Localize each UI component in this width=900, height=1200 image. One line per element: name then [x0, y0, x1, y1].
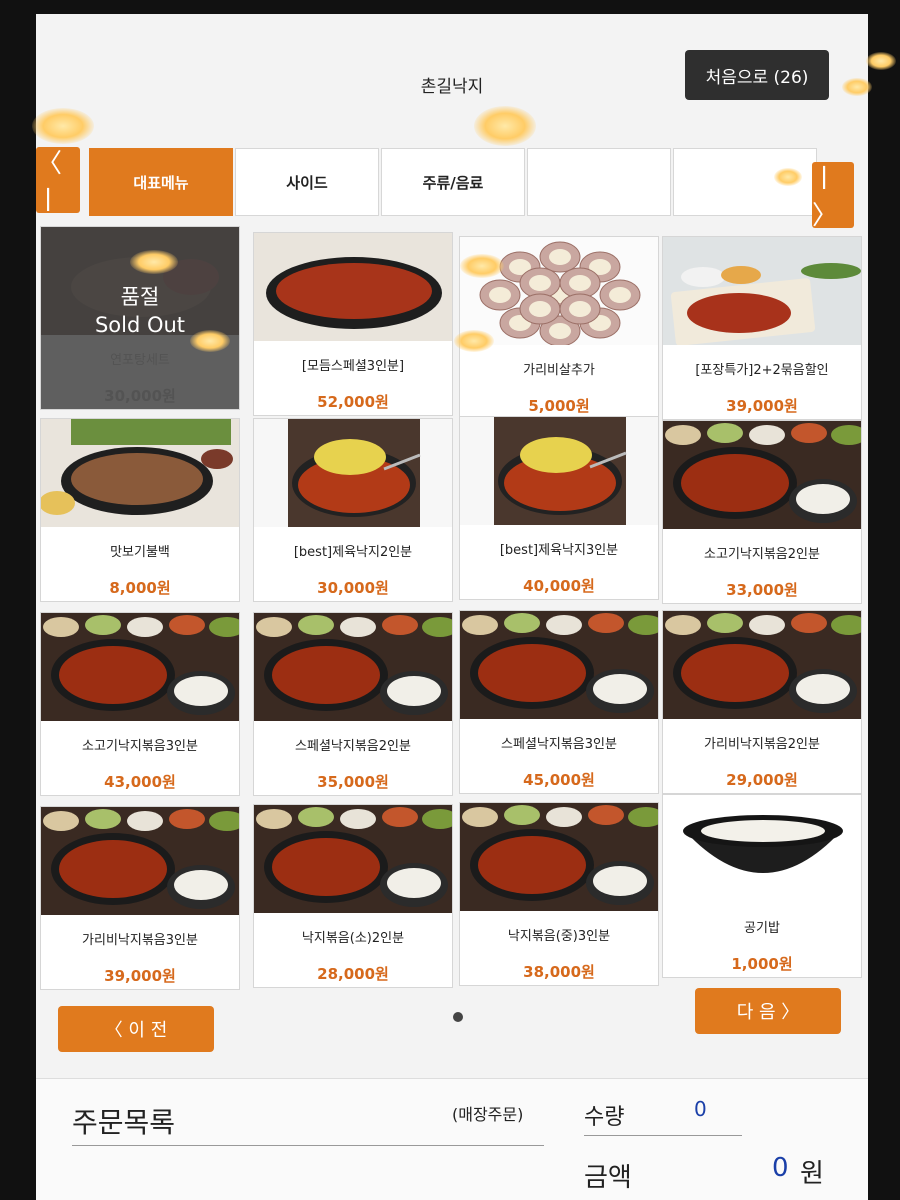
- menu-item-price: 30,000원: [317, 579, 389, 597]
- menu-item-image: [460, 803, 658, 911]
- menu-item-card[interactable]: [best]제육낙지2인분 30,000원: [253, 418, 453, 602]
- menu-item-card[interactable]: [모듬스페셜3인분] 52,000원: [253, 232, 453, 416]
- menu-item-name: 소고기낙지볶음2인분: [704, 547, 820, 562]
- menu-item-price: 1,000원: [731, 955, 793, 973]
- prev-page-button[interactable]: 〈 이 전: [58, 1006, 214, 1052]
- order-type-label: (매장주문): [452, 1105, 524, 1124]
- order-panel: 주문목록 (매장주문) 수량 0 금액 0 원: [36, 1078, 868, 1200]
- quantity-label: 수량: [584, 1105, 625, 1130]
- menu-item-name: [best]제육낙지3인분: [499, 543, 619, 558]
- menu-item-image: [41, 807, 239, 915]
- menu-item-card[interactable]: 소고기낙지볶음2인분 33,000원: [662, 420, 862, 604]
- glare-reflection: [454, 330, 494, 352]
- glare-reflection: [32, 108, 94, 144]
- menu-item-card[interactable]: 가리비낙지볶음2인분 29,000원: [662, 610, 862, 794]
- menu-item-price: 52,000원: [317, 393, 389, 411]
- menu-item-image: [460, 237, 658, 345]
- menu-item-image: [254, 805, 452, 913]
- menu-item-card[interactable]: 낙지볶음(소)2인분 28,000원: [253, 804, 453, 988]
- menu-item-card[interactable]: 가리비낙지볶음3인분 39,000원: [40, 806, 240, 990]
- sold-out-label-ko: 품절: [120, 285, 160, 309]
- menu-item-image: [41, 419, 239, 527]
- menu-item-name: 가리비낙지볶음2인분: [704, 737, 820, 752]
- menu-item-name: 맛보기불백: [110, 545, 170, 560]
- menu-item-image: [460, 611, 658, 719]
- menu-item-image: [663, 795, 861, 903]
- menu-item-image: [41, 613, 239, 721]
- menu-item-name: 스페셜낙지볶음3인분: [501, 737, 617, 752]
- tab-side[interactable]: 사이드: [235, 148, 379, 216]
- menu-item-card[interactable]: 맛보기불백 8,000원: [40, 418, 240, 602]
- menu-item-price: 28,000원: [317, 965, 389, 983]
- menu-item-price: 35,000원: [317, 773, 389, 791]
- menu-item-name: 가리비살추가: [523, 363, 595, 378]
- amount-unit: 원: [800, 1159, 824, 1189]
- tab-prev-button[interactable]: 〈 ㅣ: [36, 147, 80, 216]
- menu-item-name: 가리비낙지볶음3인분: [82, 933, 198, 948]
- menu-item-name: 낙지볶음(소)2인분: [301, 931, 405, 946]
- kiosk-screen: 촌길낙지 처음으로 (26) 〈 ㅣ 대표메뉴 사이드 주류/음료 ㅣ 〉 연포…: [36, 14, 868, 1200]
- tab-empty-1[interactable]: [527, 148, 671, 216]
- menu-item-name: 스페셜낙지볶음2인분: [295, 739, 411, 754]
- menu-item-card[interactable]: 공기밥 1,000원: [662, 794, 862, 978]
- glare-reflection: [866, 52, 896, 70]
- divider: [584, 1135, 742, 1136]
- glare-reflection: [774, 168, 802, 186]
- menu-item-name: 공기밥: [744, 921, 780, 936]
- tab-next-button[interactable]: ㅣ 〉: [812, 162, 854, 231]
- glare-reflection: [130, 250, 178, 274]
- glare-reflection: [190, 330, 230, 352]
- menu-item-image: [254, 419, 452, 527]
- menu-item-card[interactable]: 스페셜낙지볶음2인분 35,000원: [253, 612, 453, 796]
- amount-label: 금액: [584, 1163, 632, 1193]
- menu-item-image: [663, 237, 861, 345]
- glare-reflection: [460, 254, 504, 278]
- next-page-button[interactable]: 다 음 〉: [695, 988, 841, 1034]
- home-button[interactable]: 처음으로 (26): [685, 50, 829, 100]
- menu-item-price: 8,000원: [109, 579, 171, 597]
- menu-item-price: 39,000원: [104, 967, 176, 985]
- menu-item-card[interactable]: 스페셜낙지볶음3인분 45,000원: [459, 610, 659, 794]
- menu-item-card[interactable]: 낙지볶음(중)3인분 38,000원: [459, 802, 659, 986]
- menu-item-image: [254, 613, 452, 721]
- menu-item-name: 소고기낙지볶음3인분: [82, 739, 198, 754]
- glare-reflection: [842, 78, 872, 96]
- menu-item-price: 5,000원: [528, 397, 590, 415]
- menu-item-name: 낙지볶음(중)3인분: [507, 929, 611, 944]
- menu-item-price: 29,000원: [726, 771, 798, 789]
- menu-item-price: 45,000원: [523, 771, 595, 789]
- menu-item-price: 39,000원: [726, 397, 798, 415]
- menu-item-image: [663, 611, 861, 719]
- divider: [72, 1145, 544, 1146]
- category-tabs: 대표메뉴 사이드 주류/음료: [89, 148, 819, 216]
- amount-value: 0: [772, 1153, 789, 1183]
- menu-item-name: [모듬스페셜3인분]: [301, 359, 405, 374]
- menu-item-card[interactable]: [포장특가]2+2묶음할인 39,000원: [662, 236, 862, 420]
- menu-item-price: 43,000원: [104, 773, 176, 791]
- menu-item-name: [포장특가]2+2묶음할인: [695, 363, 829, 378]
- menu-item-card[interactable]: 소고기낙지볶음3인분 43,000원: [40, 612, 240, 796]
- tab-signature-menu[interactable]: 대표메뉴: [89, 148, 233, 216]
- quantity-value: 0: [694, 1097, 707, 1121]
- order-list-title: 주문목록: [72, 1106, 176, 1139]
- menu-item-image: [460, 417, 658, 525]
- menu-item-name: [best]제육낙지2인분: [293, 545, 413, 560]
- menu-item-card[interactable]: [best]제육낙지3인분 40,000원: [459, 416, 659, 600]
- menu-item-price: 40,000원: [523, 577, 595, 595]
- glare-reflection: [474, 106, 536, 146]
- tab-drinks[interactable]: 주류/음료: [381, 148, 525, 216]
- menu-item-image: [254, 233, 452, 341]
- menu-item-price: 33,000원: [726, 581, 798, 599]
- page-indicator-dot: [453, 1012, 463, 1022]
- menu-item-price: 38,000원: [523, 963, 595, 981]
- menu-item-image: [663, 421, 861, 529]
